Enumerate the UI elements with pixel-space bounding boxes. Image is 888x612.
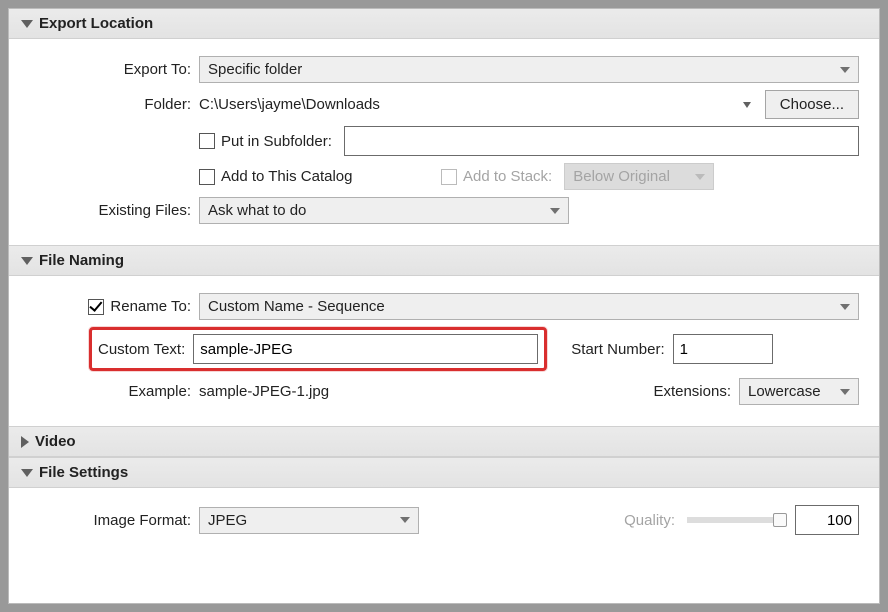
chevron-down-icon bbox=[400, 517, 410, 523]
folder-label: Folder: bbox=[29, 96, 199, 113]
chevron-down-icon bbox=[21, 469, 33, 477]
subfolder-input[interactable] bbox=[344, 126, 859, 156]
put-in-subfolder-label: Put in Subfolder: bbox=[221, 133, 344, 150]
chevron-down-icon bbox=[840, 389, 850, 395]
add-to-stack-checkbox bbox=[441, 169, 457, 185]
start-number-input[interactable] bbox=[673, 334, 773, 364]
folder-path: C:\Users\jayme\Downloads bbox=[199, 96, 737, 113]
put-in-subfolder-checkbox[interactable] bbox=[199, 133, 215, 149]
start-number-label: Start Number: bbox=[547, 341, 672, 358]
rename-to-checkbox[interactable] bbox=[88, 299, 104, 315]
existing-files-label: Existing Files: bbox=[29, 202, 199, 219]
rename-to-label: Rename To: bbox=[110, 298, 191, 315]
image-format-value: JPEG bbox=[208, 512, 247, 529]
export-to-value: Specific folder bbox=[208, 61, 302, 78]
quality-input[interactable] bbox=[795, 505, 859, 535]
section-title: Video bbox=[35, 433, 76, 450]
chevron-down-icon bbox=[21, 20, 33, 28]
custom-text-label: Custom Text: bbox=[98, 341, 193, 358]
section-header-video[interactable]: Video bbox=[9, 426, 879, 457]
chevron-down-icon bbox=[21, 257, 33, 265]
add-to-stack-label: Add to Stack: bbox=[463, 168, 564, 185]
stack-position-dropdown: Below Original bbox=[564, 163, 714, 190]
quality-slider[interactable] bbox=[687, 517, 787, 523]
section-title: Export Location bbox=[39, 15, 153, 32]
rename-to-value: Custom Name - Sequence bbox=[208, 298, 385, 315]
chevron-down-icon bbox=[840, 67, 850, 73]
rename-to-dropdown[interactable]: Custom Name - Sequence bbox=[199, 293, 859, 320]
section-header-export-location[interactable]: Export Location bbox=[9, 9, 879, 39]
section-title: File Settings bbox=[39, 464, 128, 481]
existing-files-dropdown[interactable]: Ask what to do bbox=[199, 197, 569, 224]
choose-button[interactable]: Choose... bbox=[765, 90, 859, 119]
folder-dropdown-icon[interactable] bbox=[743, 102, 751, 108]
extensions-label: Extensions: bbox=[653, 383, 739, 400]
example-label: Example: bbox=[29, 383, 199, 400]
extensions-dropdown[interactable]: Lowercase bbox=[739, 378, 859, 405]
slider-thumb[interactable] bbox=[773, 513, 787, 527]
extensions-value: Lowercase bbox=[748, 383, 821, 400]
chevron-down-icon bbox=[840, 304, 850, 310]
image-format-label: Image Format: bbox=[29, 512, 199, 529]
export-to-dropdown[interactable]: Specific folder bbox=[199, 56, 859, 83]
section-header-file-naming[interactable]: File Naming bbox=[9, 245, 879, 276]
image-format-dropdown[interactable]: JPEG bbox=[199, 507, 419, 534]
quality-label: Quality: bbox=[624, 512, 679, 529]
existing-files-value: Ask what to do bbox=[208, 202, 306, 219]
add-to-catalog-label: Add to This Catalog bbox=[221, 168, 441, 185]
export-to-label: Export To: bbox=[29, 61, 199, 78]
stack-position-value: Below Original bbox=[573, 168, 670, 185]
section-header-file-settings[interactable]: File Settings bbox=[9, 457, 879, 488]
custom-text-input[interactable] bbox=[193, 334, 538, 364]
chevron-down-icon bbox=[695, 174, 705, 180]
chevron-right-icon bbox=[21, 436, 29, 448]
chevron-down-icon bbox=[550, 208, 560, 214]
add-to-catalog-checkbox[interactable] bbox=[199, 169, 215, 185]
section-title: File Naming bbox=[39, 252, 124, 269]
example-value: sample-JPEG-1.jpg bbox=[199, 383, 653, 400]
